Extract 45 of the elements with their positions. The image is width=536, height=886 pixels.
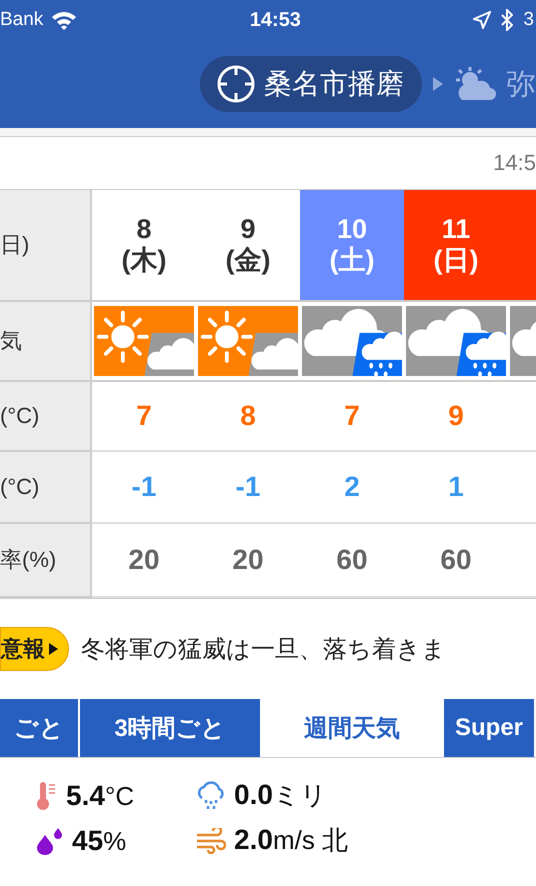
row-label: 率(%)	[0, 524, 92, 598]
precipitation-chance: 60	[336, 544, 368, 576]
next-arrow-icon[interactable]	[432, 76, 444, 92]
updated-time: 14:5	[493, 150, 536, 176]
tab[interactable]: 3時間ごと	[80, 699, 262, 757]
location-button[interactable]: 桑名市播磨	[200, 56, 422, 112]
carrier-name: Bank	[0, 9, 44, 31]
humidity-reading: 45%	[72, 824, 126, 856]
battery-percent: 3	[523, 9, 534, 31]
low-temperature: 2	[344, 471, 360, 503]
high-temperature: 7	[136, 400, 152, 432]
day-header: 11 (日)	[404, 190, 508, 302]
high-temperature: 9	[448, 400, 464, 432]
precipitation-chance: 20	[232, 544, 264, 576]
caret-icon	[49, 643, 58, 655]
tab[interactable]: Super	[444, 699, 536, 757]
wind-icon	[196, 828, 226, 854]
row-label: (°C)	[0, 452, 92, 524]
tab[interactable]: ごと	[0, 699, 80, 757]
high-temperature: 8	[240, 400, 256, 432]
precipitation-reading: 0.0 ミリ	[234, 778, 327, 812]
status-time: 14:53	[250, 8, 301, 32]
row-label: (°C)	[0, 382, 92, 452]
next-location[interactable]: 弥	[506, 64, 536, 104]
wind-reading: 2.0m/s 北	[234, 823, 348, 857]
day-header: 10 (土)	[300, 190, 404, 302]
bluetooth-icon	[501, 9, 514, 31]
thermometer-icon	[36, 780, 58, 810]
row-label: 気	[0, 302, 92, 382]
rain-cloud-icon	[196, 780, 226, 810]
droplets-icon	[36, 826, 64, 854]
precipitation-chance: 20	[128, 544, 160, 576]
row-label: 日)	[0, 190, 92, 302]
wifi-icon	[51, 10, 78, 30]
sun-cloud-icon	[454, 66, 496, 102]
warning-badge[interactable]: 意報	[0, 627, 69, 671]
location-arrow-icon	[473, 11, 492, 29]
temperature-reading: 5.4°C	[66, 780, 134, 812]
low-temperature: 1	[448, 471, 464, 503]
precipitation-chance: 60	[440, 544, 472, 576]
low-temperature: -1	[236, 471, 260, 503]
crosshair-icon	[216, 64, 256, 104]
high-temperature: 7	[344, 400, 360, 432]
notice-text[interactable]: 冬将軍の猛威は一旦、落ち着きま	[81, 633, 446, 665]
low-temperature: -1	[132, 471, 156, 503]
